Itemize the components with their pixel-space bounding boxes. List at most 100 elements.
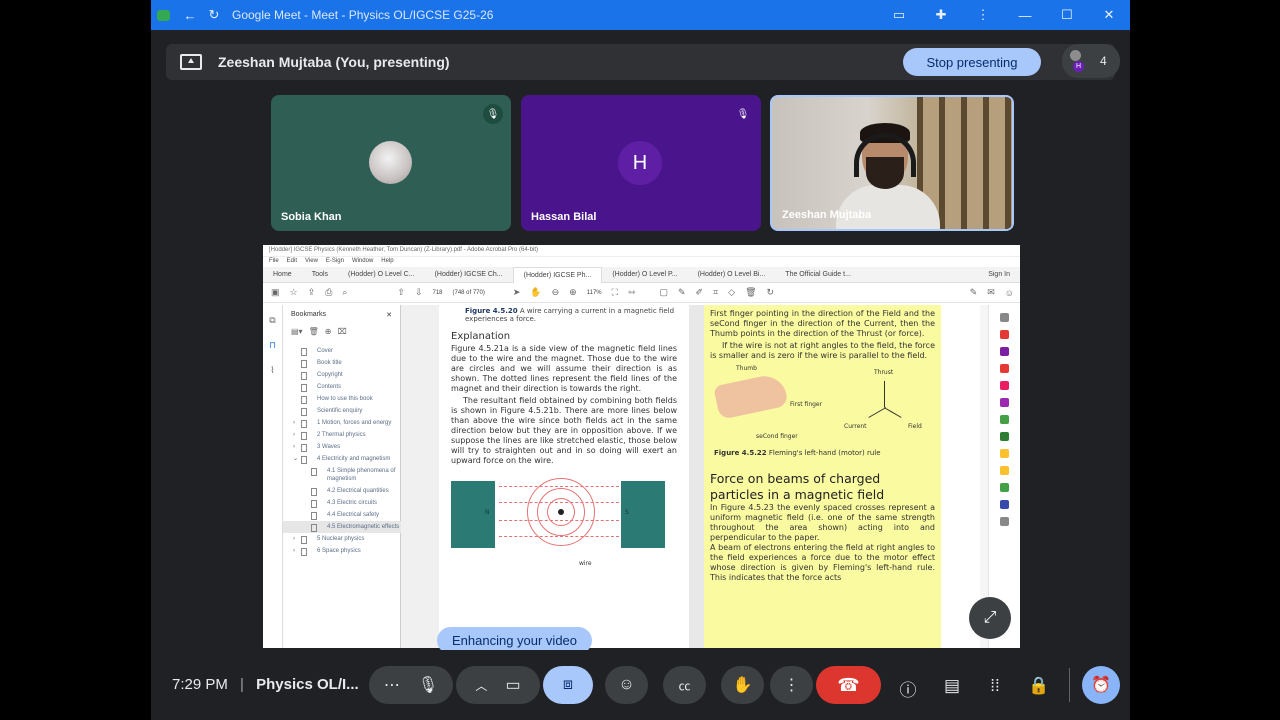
bookmark-item[interactable]: 4.2 Electrical quantities	[283, 485, 401, 497]
back-arrow-icon[interactable]: ←	[182, 7, 198, 23]
delete-icon[interactable]: 🗑	[309, 327, 319, 336]
people-count-chip[interactable]: H 4	[1062, 44, 1120, 78]
close-icon[interactable]: ✕	[1088, 7, 1130, 23]
zoom-out-icon[interactable]: ⊖	[552, 287, 560, 298]
bookmark-item[interactable]: How to use this book	[283, 393, 401, 405]
maximize-icon[interactable]: ☐	[1046, 7, 1088, 23]
stamp-tool-icon[interactable]	[1000, 466, 1009, 475]
pages-icon[interactable]: ⧉	[269, 315, 275, 326]
edit-sign-icon[interactable]: ✎	[970, 287, 978, 298]
menu-item[interactable]: Help	[381, 258, 393, 266]
bookmark-item[interactable]: › 6 Space physics	[283, 545, 401, 557]
highlight-icon[interactable]: ✐	[696, 287, 704, 298]
new-bookmark-icon[interactable]: ⊕	[325, 327, 332, 336]
edit-pdf-icon[interactable]	[1000, 398, 1009, 407]
camera-status-icon[interactable]: ▭	[878, 7, 920, 23]
zoom-tool-icon[interactable]	[1000, 313, 1009, 322]
tab-document[interactable]: (Hodder) O Level P...	[602, 267, 687, 283]
menu-icon[interactable]: ⋮	[962, 7, 1004, 23]
bookmark-item[interactable]: › 5 Nuclear physics	[283, 533, 401, 545]
account-icon[interactable]: ☺	[1005, 288, 1014, 298]
menu-item[interactable]: Edit	[287, 258, 297, 266]
menu-item[interactable]: Window	[352, 258, 373, 266]
page-up-icon[interactable]: ⇧	[397, 287, 405, 298]
tab-document[interactable]: The Official Guide t...	[775, 267, 861, 283]
tab-document[interactable]: (Hodder) IGCSE Ch...	[425, 267, 513, 283]
rotate-icon[interactable]: ↻	[767, 287, 775, 298]
extensions-icon[interactable]: ✚	[920, 7, 962, 23]
bookmark-item[interactable]: › 2 Thermal physics	[283, 429, 401, 441]
page-down-icon[interactable]: ⇩	[415, 287, 423, 298]
tab-home[interactable]: Home	[263, 267, 302, 283]
compress-icon[interactable]	[1000, 415, 1009, 424]
zoom-in-icon[interactable]: ⊕	[569, 287, 577, 298]
excel-icon[interactable]	[1000, 432, 1009, 441]
text-edit-icon[interactable]: ⌗	[713, 287, 718, 298]
reload-icon[interactable]: ↻	[206, 7, 222, 23]
print-icon[interactable]: ⎙	[325, 287, 332, 298]
options-icon[interactable]: ▤▾	[291, 327, 303, 336]
info-icon[interactable]: ⓘ	[897, 676, 919, 701]
bookmark-item[interactable]: Copyright	[283, 369, 401, 381]
sign-in-link[interactable]: Sign In	[988, 271, 1020, 278]
zoom-field[interactable]: 117%	[587, 290, 602, 296]
bookmark-item[interactable]: Contents	[283, 381, 401, 393]
host-controls-icon[interactable]: 🔒	[1028, 676, 1050, 696]
star-icon[interactable]: ☆	[290, 287, 298, 298]
scan-icon[interactable]	[1000, 483, 1009, 492]
scroll-mode-icon[interactable]: ⇿	[628, 287, 636, 298]
menu-item[interactable]: E-Sign	[326, 258, 344, 266]
chat-icon[interactable]: ▤	[941, 676, 963, 696]
fit-page-icon[interactable]: ⛶	[612, 287, 618, 298]
mic-control[interactable]: ⋯ 🎙	[369, 666, 453, 704]
stop-presenting-button[interactable]: Stop presenting	[903, 48, 1041, 76]
select-cursor-icon[interactable]: ➤	[513, 287, 521, 298]
tab-tools[interactable]: Tools	[302, 267, 338, 283]
expand-icon[interactable]: ⤢	[969, 597, 1011, 639]
bookmark-item-selected[interactable]: 4.5 Electromagnetic effects	[283, 521, 401, 533]
more-icon[interactable]: ⋯	[384, 675, 400, 695]
raise-hand-button[interactable]: ✋	[721, 666, 764, 704]
create-pdf-icon[interactable]	[1000, 347, 1009, 356]
more-tools-icon[interactable]	[1000, 517, 1009, 526]
bookmark-item[interactable]: Book title	[283, 357, 401, 369]
stamp-icon[interactable]: ◇	[728, 287, 735, 298]
export-pdf-icon[interactable]	[1000, 330, 1009, 339]
participant-tile-zeeshan[interactable]: Zeeshan Mujtaba	[770, 95, 1014, 231]
chevron-up-icon[interactable]: ︿	[475, 677, 487, 694]
minimize-icon[interactable]: —	[1004, 8, 1046, 23]
pen-icon[interactable]: ✎	[678, 287, 686, 298]
close-icon[interactable]: ✕	[386, 311, 392, 319]
captions-button[interactable]: ㏄	[663, 666, 706, 704]
protect-icon[interactable]	[1000, 500, 1009, 509]
bookmark-icon[interactable]: ⊓	[269, 340, 276, 351]
search-icon[interactable]: ⌕	[342, 287, 347, 298]
combine-icon[interactable]	[1000, 364, 1009, 373]
emoji-button[interactable]: ☺	[605, 666, 648, 704]
bookmark-item[interactable]: › 3 Waves	[283, 441, 401, 453]
bookmark-item[interactable]: Scientific enquiry	[283, 405, 401, 417]
mic-icon[interactable]: 🎙	[418, 675, 438, 695]
timer-button[interactable]: ⏰	[1082, 666, 1120, 704]
activities-icon[interactable]: ⁞⁞	[984, 676, 1006, 696]
participant-tile-hassan[interactable]: H 🎙 Hassan Bilal	[521, 95, 761, 231]
bookmark-item[interactable]: 4.1 Simple phenomena of magnetism	[283, 465, 401, 485]
menu-item[interactable]: View	[305, 258, 318, 266]
mail-icon[interactable]: ✉	[987, 287, 995, 298]
attachment-icon[interactable]: ⌇	[270, 365, 274, 376]
tab-document-active[interactable]: (Hodder) IGCSE Ph...	[512, 266, 603, 283]
leave-call-button[interactable]: ☎	[816, 666, 881, 704]
bookmark-item[interactable]: ⌄ 4 Electricity and magnetism	[283, 453, 401, 465]
more-options-button[interactable]: ⋮	[770, 666, 813, 704]
tab-document[interactable]: (Hodder) O Level Bi...	[688, 267, 776, 283]
bookmark-item[interactable]: › 1 Motion, forces and energy	[283, 417, 401, 429]
delete-icon[interactable]: 🗑	[745, 287, 756, 298]
menu-item[interactable]: File	[269, 258, 279, 266]
comment-icon[interactable]: ▢	[659, 287, 668, 298]
camera-control[interactable]: ︿ ▭	[456, 666, 540, 704]
organize-icon[interactable]	[1000, 381, 1009, 390]
bookmark-item[interactable]: 4.3 Electric circuits	[283, 497, 401, 509]
participant-tile-sobia[interactable]: 🎙 Sobia Khan	[271, 95, 511, 231]
comment-tool-icon[interactable]	[1000, 449, 1009, 458]
camera-icon[interactable]: ▭	[505, 675, 520, 695]
